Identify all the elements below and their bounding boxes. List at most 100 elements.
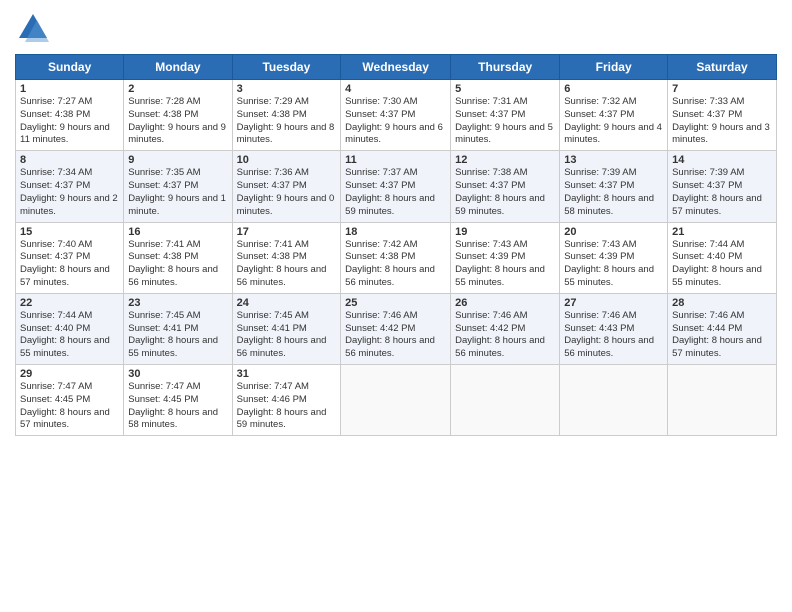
day-number: 10	[237, 154, 337, 166]
table-row: 30Sunrise: 7:47 AMSunset: 4:45 PMDayligh…	[124, 365, 232, 436]
table-row	[668, 365, 777, 436]
weekday-header-tuesday: Tuesday	[232, 55, 341, 80]
day-number: 24	[237, 297, 337, 309]
cell-content: Sunrise: 7:43 AMSunset: 4:39 PMDaylight:…	[564, 239, 654, 288]
cell-content: Sunrise: 7:34 AMSunset: 4:37 PMDaylight:…	[20, 167, 118, 216]
weekday-header-row: SundayMondayTuesdayWednesdayThursdayFrid…	[16, 55, 777, 80]
logo-icon	[15, 10, 51, 46]
cell-content: Sunrise: 7:45 AMSunset: 4:41 PMDaylight:…	[128, 310, 218, 359]
day-number: 3	[237, 83, 337, 95]
table-row: 6Sunrise: 7:32 AMSunset: 4:37 PMDaylight…	[560, 80, 668, 151]
day-number: 25	[345, 297, 446, 309]
cell-content: Sunrise: 7:46 AMSunset: 4:44 PMDaylight:…	[672, 310, 762, 359]
table-row: 11Sunrise: 7:37 AMSunset: 4:37 PMDayligh…	[341, 151, 451, 222]
cell-content: Sunrise: 7:33 AMSunset: 4:37 PMDaylight:…	[672, 96, 770, 145]
day-number: 26	[455, 297, 555, 309]
weekday-header-thursday: Thursday	[451, 55, 560, 80]
table-row: 21Sunrise: 7:44 AMSunset: 4:40 PMDayligh…	[668, 222, 777, 293]
week-row-3: 15Sunrise: 7:40 AMSunset: 4:37 PMDayligh…	[16, 222, 777, 293]
cell-content: Sunrise: 7:46 AMSunset: 4:43 PMDaylight:…	[564, 310, 654, 359]
week-row-5: 29Sunrise: 7:47 AMSunset: 4:45 PMDayligh…	[16, 365, 777, 436]
day-number: 19	[455, 226, 555, 238]
day-number: 27	[564, 297, 663, 309]
cell-content: Sunrise: 7:27 AMSunset: 4:38 PMDaylight:…	[20, 96, 110, 145]
day-number: 9	[128, 154, 227, 166]
table-row: 27Sunrise: 7:46 AMSunset: 4:43 PMDayligh…	[560, 293, 668, 364]
weekday-header-sunday: Sunday	[16, 55, 124, 80]
cell-content: Sunrise: 7:39 AMSunset: 4:37 PMDaylight:…	[672, 167, 762, 216]
calendar: SundayMondayTuesdayWednesdayThursdayFrid…	[15, 54, 777, 436]
week-row-4: 22Sunrise: 7:44 AMSunset: 4:40 PMDayligh…	[16, 293, 777, 364]
cell-content: Sunrise: 7:30 AMSunset: 4:37 PMDaylight:…	[345, 96, 443, 145]
day-number: 29	[20, 368, 119, 380]
day-number: 16	[128, 226, 227, 238]
day-number: 12	[455, 154, 555, 166]
cell-content: Sunrise: 7:47 AMSunset: 4:45 PMDaylight:…	[20, 381, 110, 430]
day-number: 21	[672, 226, 772, 238]
table-row: 1Sunrise: 7:27 AMSunset: 4:38 PMDaylight…	[16, 80, 124, 151]
cell-content: Sunrise: 7:42 AMSunset: 4:38 PMDaylight:…	[345, 239, 435, 288]
day-number: 23	[128, 297, 227, 309]
table-row: 5Sunrise: 7:31 AMSunset: 4:37 PMDaylight…	[451, 80, 560, 151]
table-row: 16Sunrise: 7:41 AMSunset: 4:38 PMDayligh…	[124, 222, 232, 293]
cell-content: Sunrise: 7:38 AMSunset: 4:37 PMDaylight:…	[455, 167, 545, 216]
table-row: 28Sunrise: 7:46 AMSunset: 4:44 PMDayligh…	[668, 293, 777, 364]
day-number: 15	[20, 226, 119, 238]
cell-content: Sunrise: 7:47 AMSunset: 4:45 PMDaylight:…	[128, 381, 218, 430]
day-number: 31	[237, 368, 337, 380]
table-row: 4Sunrise: 7:30 AMSunset: 4:37 PMDaylight…	[341, 80, 451, 151]
cell-content: Sunrise: 7:46 AMSunset: 4:42 PMDaylight:…	[455, 310, 545, 359]
cell-content: Sunrise: 7:43 AMSunset: 4:39 PMDaylight:…	[455, 239, 545, 288]
day-number: 30	[128, 368, 227, 380]
cell-content: Sunrise: 7:40 AMSunset: 4:37 PMDaylight:…	[20, 239, 110, 288]
day-number: 5	[455, 83, 555, 95]
table-row: 23Sunrise: 7:45 AMSunset: 4:41 PMDayligh…	[124, 293, 232, 364]
cell-content: Sunrise: 7:29 AMSunset: 4:38 PMDaylight:…	[237, 96, 335, 145]
table-row: 7Sunrise: 7:33 AMSunset: 4:37 PMDaylight…	[668, 80, 777, 151]
cell-content: Sunrise: 7:41 AMSunset: 4:38 PMDaylight:…	[237, 239, 327, 288]
cell-content: Sunrise: 7:47 AMSunset: 4:46 PMDaylight:…	[237, 381, 327, 430]
table-row: 18Sunrise: 7:42 AMSunset: 4:38 PMDayligh…	[341, 222, 451, 293]
cell-content: Sunrise: 7:41 AMSunset: 4:38 PMDaylight:…	[128, 239, 218, 288]
table-row: 26Sunrise: 7:46 AMSunset: 4:42 PMDayligh…	[451, 293, 560, 364]
table-row: 3Sunrise: 7:29 AMSunset: 4:38 PMDaylight…	[232, 80, 341, 151]
day-number: 18	[345, 226, 446, 238]
table-row: 25Sunrise: 7:46 AMSunset: 4:42 PMDayligh…	[341, 293, 451, 364]
logo	[15, 10, 55, 46]
cell-content: Sunrise: 7:45 AMSunset: 4:41 PMDaylight:…	[237, 310, 327, 359]
cell-content: Sunrise: 7:46 AMSunset: 4:42 PMDaylight:…	[345, 310, 435, 359]
table-row: 14Sunrise: 7:39 AMSunset: 4:37 PMDayligh…	[668, 151, 777, 222]
weekday-header-friday: Friday	[560, 55, 668, 80]
day-number: 22	[20, 297, 119, 309]
day-number: 17	[237, 226, 337, 238]
page: SundayMondayTuesdayWednesdayThursdayFrid…	[0, 0, 792, 612]
cell-content: Sunrise: 7:44 AMSunset: 4:40 PMDaylight:…	[672, 239, 762, 288]
table-row: 10Sunrise: 7:36 AMSunset: 4:37 PMDayligh…	[232, 151, 341, 222]
table-row: 22Sunrise: 7:44 AMSunset: 4:40 PMDayligh…	[16, 293, 124, 364]
day-number: 8	[20, 154, 119, 166]
table-row: 9Sunrise: 7:35 AMSunset: 4:37 PMDaylight…	[124, 151, 232, 222]
table-row: 15Sunrise: 7:40 AMSunset: 4:37 PMDayligh…	[16, 222, 124, 293]
table-row: 29Sunrise: 7:47 AMSunset: 4:45 PMDayligh…	[16, 365, 124, 436]
cell-content: Sunrise: 7:36 AMSunset: 4:37 PMDaylight:…	[237, 167, 335, 216]
day-number: 28	[672, 297, 772, 309]
table-row: 24Sunrise: 7:45 AMSunset: 4:41 PMDayligh…	[232, 293, 341, 364]
table-row: 2Sunrise: 7:28 AMSunset: 4:38 PMDaylight…	[124, 80, 232, 151]
day-number: 14	[672, 154, 772, 166]
table-row	[451, 365, 560, 436]
table-row: 17Sunrise: 7:41 AMSunset: 4:38 PMDayligh…	[232, 222, 341, 293]
table-row: 8Sunrise: 7:34 AMSunset: 4:37 PMDaylight…	[16, 151, 124, 222]
cell-content: Sunrise: 7:28 AMSunset: 4:38 PMDaylight:…	[128, 96, 226, 145]
week-row-1: 1Sunrise: 7:27 AMSunset: 4:38 PMDaylight…	[16, 80, 777, 151]
table-row: 19Sunrise: 7:43 AMSunset: 4:39 PMDayligh…	[451, 222, 560, 293]
weekday-header-monday: Monday	[124, 55, 232, 80]
cell-content: Sunrise: 7:35 AMSunset: 4:37 PMDaylight:…	[128, 167, 226, 216]
table-row: 20Sunrise: 7:43 AMSunset: 4:39 PMDayligh…	[560, 222, 668, 293]
table-row	[560, 365, 668, 436]
day-number: 11	[345, 154, 446, 166]
weekday-header-wednesday: Wednesday	[341, 55, 451, 80]
cell-content: Sunrise: 7:44 AMSunset: 4:40 PMDaylight:…	[20, 310, 110, 359]
table-row: 31Sunrise: 7:47 AMSunset: 4:46 PMDayligh…	[232, 365, 341, 436]
day-number: 13	[564, 154, 663, 166]
table-row: 13Sunrise: 7:39 AMSunset: 4:37 PMDayligh…	[560, 151, 668, 222]
